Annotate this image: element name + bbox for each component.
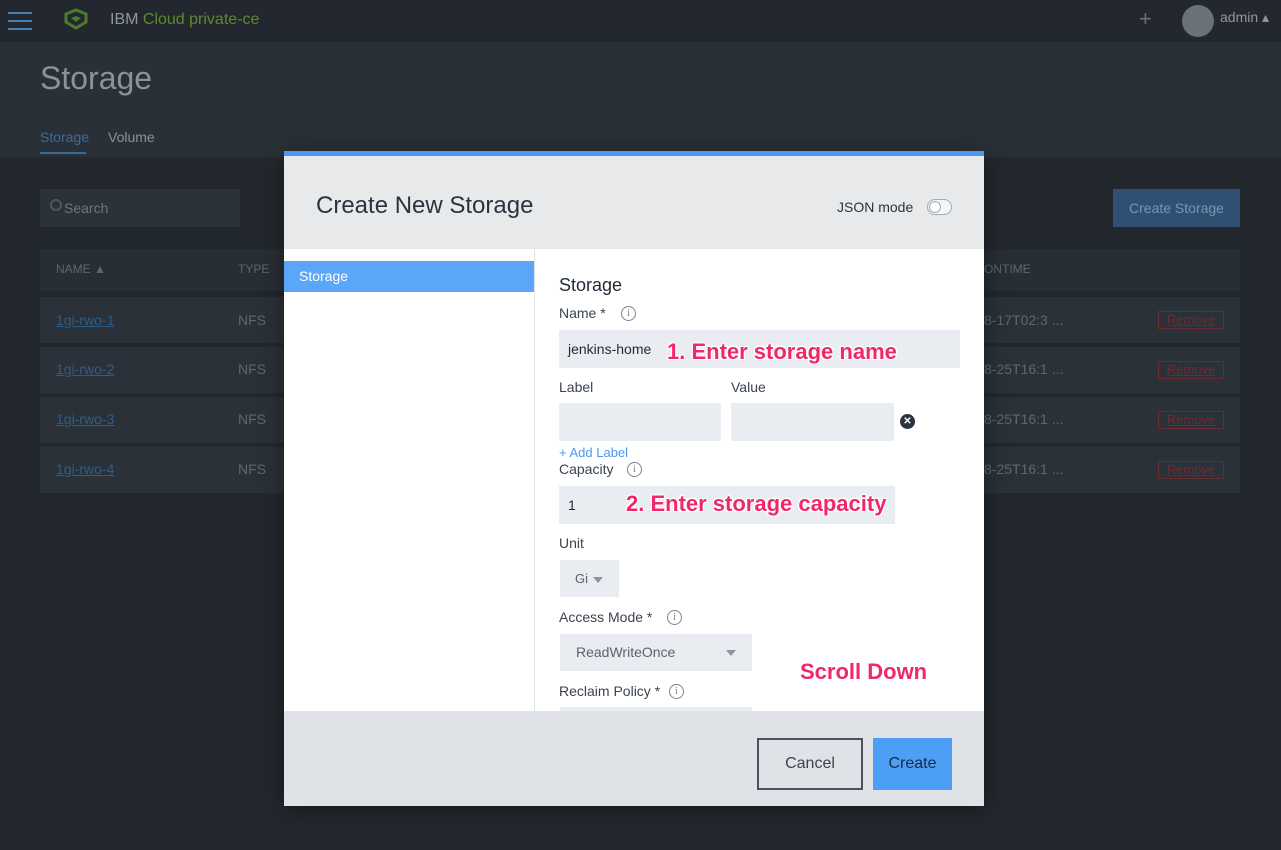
create-button[interactable]: Create	[873, 738, 952, 790]
json-mode-label: JSON mode	[837, 199, 914, 215]
brand-name: Cloud private-ce	[142, 11, 260, 28]
user-menu[interactable]: admin ▴	[1220, 9, 1269, 26]
remove-button[interactable]: Remove	[1158, 361, 1224, 379]
cancel-button[interactable]: Cancel	[757, 738, 863, 790]
annotation-scroll: Scroll Down	[800, 659, 928, 684]
chevron-down-icon	[726, 650, 736, 656]
brand-title: IBM Cloud private-ce	[110, 11, 259, 29]
remove-button[interactable]: Remove	[1158, 411, 1224, 429]
storage-form: Storage Name * i jenkins-home Label Valu…	[535, 249, 984, 711]
logo-icon	[64, 8, 88, 30]
column-header-type[interactable]: TYPE	[238, 262, 269, 276]
capacity-label: Capacity	[559, 461, 614, 477]
label-value-input[interactable]	[731, 403, 894, 441]
column-header-name[interactable]: NAME ▲	[56, 262, 106, 276]
sidebar-item-storage[interactable]: Storage	[284, 261, 534, 292]
info-icon[interactable]: i	[667, 610, 682, 625]
unit-select[interactable]: Gi	[560, 560, 619, 597]
add-label-link[interactable]: + Add Label	[559, 445, 628, 460]
chevron-down-icon	[593, 576, 603, 583]
search-icon	[50, 199, 62, 211]
remove-button[interactable]: Remove	[1158, 311, 1224, 329]
label-key-label: Label	[559, 379, 594, 395]
storage-time: 8-25T16:1 ...	[984, 361, 1064, 377]
remove-button[interactable]: Remove	[1158, 461, 1224, 479]
tab-volume[interactable]: Volume	[108, 129, 155, 145]
dialog-title: Create New Storage	[316, 192, 534, 219]
storage-type: NFS	[238, 361, 266, 377]
column-header-time[interactable]: ONTIME	[984, 262, 1031, 276]
create-storage-dialog: Create New Storage JSON mode Storage Sto…	[284, 151, 984, 806]
toggle-knob	[929, 201, 941, 213]
storage-time: 8-17T02:3 ...	[984, 312, 1064, 328]
tab-storage[interactable]: Storage	[40, 129, 89, 145]
active-tab-indicator	[40, 152, 86, 154]
username-label: admin	[1220, 9, 1259, 25]
plus-icon[interactable]: +	[1139, 6, 1152, 32]
storage-time: 8-25T16:1 ...	[984, 411, 1064, 427]
annotation-step-2: 2. Enter storage capacity	[626, 491, 887, 516]
annotation-step-1: 1. Enter storage name	[667, 339, 897, 364]
dialog-sidebar: Storage	[284, 249, 535, 711]
page-title: Storage	[40, 60, 153, 96]
access-mode-label: Access Mode *	[559, 609, 653, 625]
name-label: Name *	[559, 305, 606, 321]
hamburger-icon[interactable]	[8, 12, 32, 30]
brand-prefix: IBM	[110, 11, 143, 28]
search-placeholder: Search	[64, 200, 109, 216]
storage-name-link[interactable]: 1gi-rwo-1	[56, 312, 114, 328]
dialog-header: Create New Storage JSON mode	[284, 156, 984, 249]
storage-type: NFS	[238, 312, 266, 328]
section-title: Storage	[559, 275, 623, 295]
avatar[interactable]	[1182, 5, 1214, 37]
storage-type: NFS	[238, 411, 266, 427]
label-key-input[interactable]	[559, 403, 721, 441]
access-mode-select[interactable]: ReadWriteOnce	[560, 634, 752, 671]
label-value-label: Value	[731, 379, 766, 395]
access-mode-value: ReadWriteOnce	[576, 644, 676, 660]
storage-name-link[interactable]: 1gi-rwo-4	[56, 461, 114, 477]
dialog-footer: Cancel Create	[284, 711, 984, 806]
storage-name-link[interactable]: 1gi-rwo-2	[56, 361, 114, 377]
create-storage-button[interactable]: Create Storage	[1113, 189, 1240, 227]
info-icon[interactable]: i	[669, 684, 684, 699]
reclaim-policy-label: Reclaim Policy *	[559, 683, 661, 699]
storage-time: 8-25T16:1 ...	[984, 461, 1064, 477]
unit-label: Unit	[559, 535, 584, 551]
info-icon[interactable]: i	[627, 462, 642, 477]
unit-value: Gi	[575, 571, 588, 586]
json-mode-toggle[interactable]	[927, 199, 952, 215]
storage-name-link[interactable]: 1gi-rwo-3	[56, 411, 114, 427]
storage-type: NFS	[238, 461, 266, 477]
close-circle-icon[interactable]: ✕	[900, 414, 915, 429]
info-icon[interactable]: i	[621, 306, 636, 321]
